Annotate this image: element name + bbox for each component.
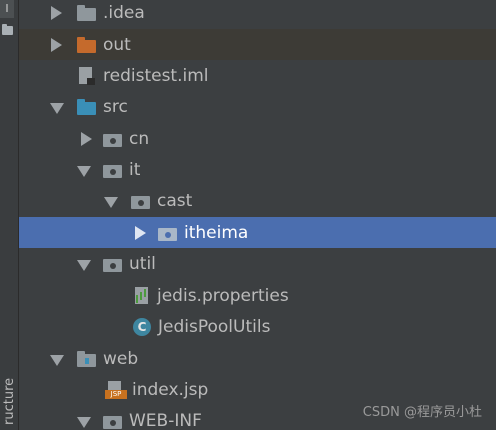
left-tool-strip: I ructure [0, 0, 19, 430]
java-class-icon: C [133, 317, 151, 336]
tree-item-label: redistest.iml [103, 65, 209, 86]
tree-item-label: web [103, 348, 139, 369]
tree-item-label: .idea [103, 2, 145, 23]
tree-item-label: cast [157, 190, 193, 211]
tree-item-web[interactable]: web [19, 343, 496, 374]
tree-item-out[interactable]: out [19, 29, 496, 60]
tree-item-itheima[interactable]: itheima [19, 217, 496, 248]
tree-item-util[interactable]: util [19, 248, 496, 279]
package-icon [157, 224, 177, 242]
tree-item-label: jedis.properties [157, 285, 289, 306]
tree-item-label: src [103, 96, 128, 117]
excluded-folder-icon [76, 36, 96, 54]
tree-item-label: index.jsp [132, 379, 209, 400]
project-tree: .idea out redistest.iml src cn it cast i… [19, 0, 496, 430]
properties-file-icon [132, 286, 152, 305]
collapse-arrow-icon[interactable] [104, 194, 118, 208]
package-icon [102, 255, 122, 273]
watermark: CSDN @程序员小杜 [362, 405, 482, 420]
project-tab-button[interactable]: I [0, 0, 14, 18]
structure-tab[interactable]: ructure [1, 373, 19, 425]
tree-item-jedispoolutils[interactable]: C JedisPoolUtils [19, 311, 496, 342]
tree-item-it[interactable]: it [19, 154, 496, 185]
project-folder-icon[interactable] [2, 24, 13, 35]
jsp-file-icon: JSP [105, 380, 127, 399]
expand-arrow-icon[interactable] [50, 5, 62, 20]
folder-icon [102, 412, 122, 430]
web-folder-icon [76, 350, 96, 368]
collapse-arrow-icon[interactable] [50, 100, 64, 114]
package-icon [102, 161, 122, 179]
tree-item-idea[interactable]: .idea [19, 0, 496, 28]
tree-item-label: util [129, 253, 156, 274]
source-folder-icon [76, 98, 96, 116]
tree-item-label: it [129, 159, 141, 180]
tree-item-label: itheima [184, 222, 249, 243]
module-file-icon [76, 66, 96, 85]
tree-item-label: cn [129, 128, 150, 149]
tree-item-cast[interactable]: cast [19, 185, 496, 216]
collapse-arrow-icon[interactable] [77, 414, 91, 428]
collapse-arrow-icon[interactable] [77, 257, 91, 271]
tree-item-label: out [103, 34, 131, 55]
tree-item-cn[interactable]: cn [19, 123, 496, 154]
project-tool-window: I ructure .idea out redistest.iml src cn… [0, 0, 496, 430]
tree-item-jedis-properties[interactable]: jedis.properties [19, 280, 496, 311]
collapse-arrow-icon[interactable] [77, 163, 91, 177]
expand-arrow-icon[interactable] [80, 131, 92, 146]
tree-item-src[interactable]: src [19, 91, 496, 122]
folder-icon [76, 4, 96, 22]
package-icon [102, 130, 122, 148]
package-icon [130, 192, 150, 210]
expand-arrow-icon[interactable] [134, 225, 146, 240]
tree-item-redistest-iml[interactable]: redistest.iml [19, 60, 496, 91]
tree-item-label: WEB-INF [129, 410, 202, 430]
collapse-arrow-icon[interactable] [50, 352, 64, 366]
tree-item-label: JedisPoolUtils [158, 316, 271, 337]
expand-arrow-icon[interactable] [50, 37, 62, 52]
